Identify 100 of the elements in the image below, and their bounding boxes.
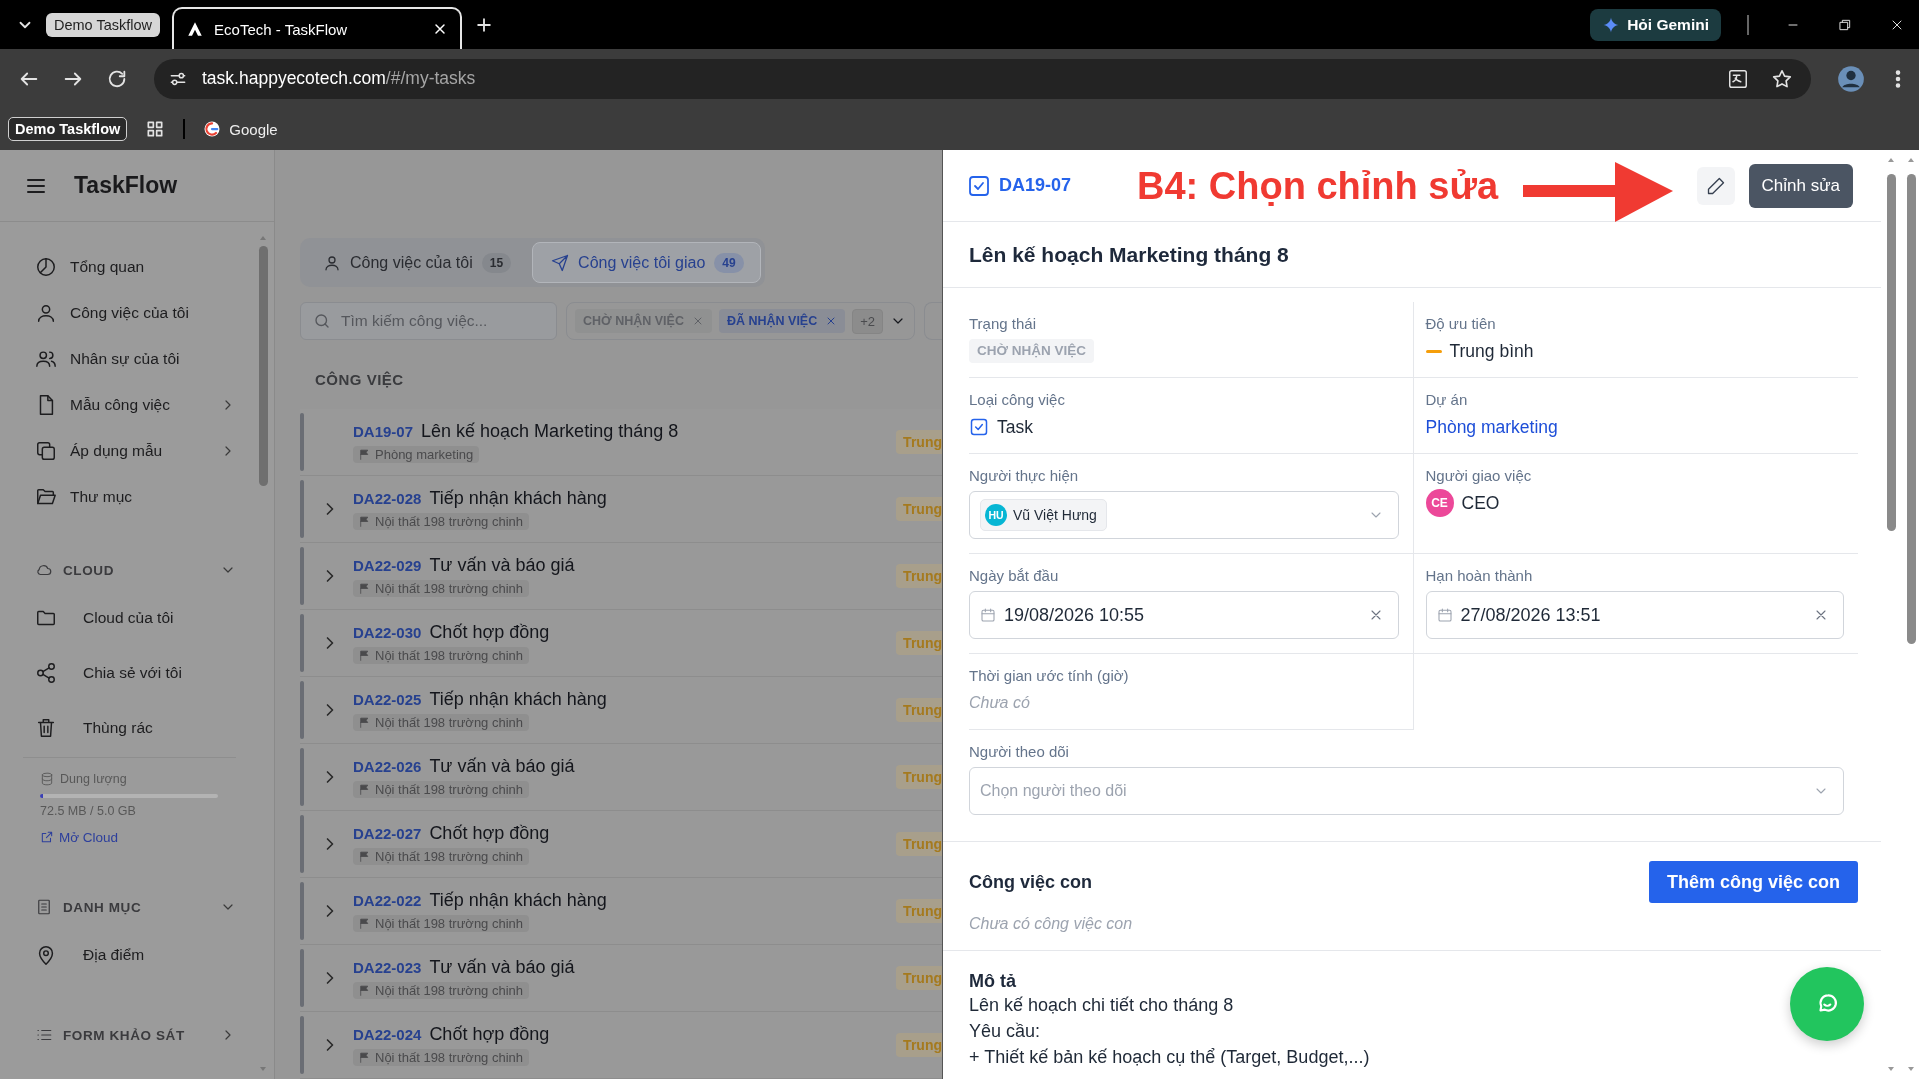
scrollbar-thumb[interactable] <box>258 246 268 486</box>
field-label: Độ ưu tiên <box>1425 314 1497 334</box>
share-icon <box>35 661 57 684</box>
flag-icon <box>358 515 371 528</box>
scrollbar-thumb[interactable] <box>1906 174 1916 644</box>
calendar-icon <box>1436 607 1453 623</box>
priority-tag: Trung <box>896 966 942 990</box>
favicon-icon <box>203 120 222 138</box>
task-title: Lên kế hoạch Marketing tháng 8 <box>421 421 679 442</box>
field-label: Thời gian ước tính (giờ) <box>969 666 1130 686</box>
task-title: Chốt hợp đồng <box>429 1024 550 1045</box>
address-field[interactable]: task.happyecotech.com/#/my-tasks <box>154 58 1811 99</box>
priority-tag: Trung <box>896 631 942 655</box>
project-tag: Nội thất 198 trường chinh <box>353 915 530 932</box>
section-header[interactable]: FORM KHẢO SÁT <box>35 1015 236 1055</box>
tab-group-label[interactable]: Demo Taskflow <box>46 12 161 37</box>
date-field[interactable]: 27/08/2026 13:51 <box>1425 591 1844 639</box>
view-tab[interactable]: Công việc tôi giao 49 <box>532 242 761 283</box>
section-header[interactable]: DANH MỤC <box>35 887 236 927</box>
flag-icon <box>358 448 371 461</box>
count-badge: 49 <box>714 252 744 273</box>
priority-tag: Trung <box>896 899 942 923</box>
flag-icon <box>358 582 371 595</box>
task-code: DA22-022 <box>353 892 422 909</box>
sidebar-item[interactable]: Áp dụng mẫu <box>35 428 236 474</box>
project-tag: Nội thất 198 trường chinh <box>353 513 530 530</box>
checkbox-icon <box>967 173 991 198</box>
priority-tag: Trung <box>896 1033 942 1057</box>
task-code: DA22-026 <box>353 758 422 775</box>
empty-message: Chưa có công việc con <box>969 915 1134 933</box>
bookmark-group-label[interactable]: Demo Taskflow <box>8 117 128 141</box>
checkbox-icon <box>969 417 989 437</box>
flag-icon <box>358 1051 371 1064</box>
storage-reading: 72.5 MB / 5.0 GB <box>40 804 137 820</box>
scrollbar-thumb[interactable] <box>1886 174 1896 531</box>
add-subtask-button[interactable]: Thêm công việc con <box>1648 861 1858 903</box>
project-tag: Nội thất 198 trường chinh <box>353 982 530 999</box>
date-field[interactable]: 19/08/2026 10:55 <box>969 591 1399 639</box>
avatar: CE <box>1425 489 1454 517</box>
flag-icon <box>358 783 371 796</box>
project-tag: Phòng marketing <box>353 446 480 463</box>
edit-button[interactable] <box>1696 166 1735 205</box>
apps-icon[interactable] <box>145 119 166 139</box>
field-label: Hạn hoàn thành <box>1425 566 1534 586</box>
open-cloud-link[interactable]: Mở Cloud <box>40 828 236 846</box>
database-icon <box>40 772 54 786</box>
assignee-select[interactable]: HU Vũ Việt Hưng <box>969 491 1399 539</box>
sidebar-item[interactable]: Thùng rác <box>35 700 236 755</box>
task-code: DA19-07 <box>999 175 1072 196</box>
priority-tag: Trung <box>896 564 942 588</box>
dash-icon <box>1425 349 1442 353</box>
priority-tag: Trung <box>896 430 942 454</box>
view-tab[interactable]: Công việc của tôi 15 <box>304 242 529 283</box>
flag-icon <box>358 716 371 729</box>
sidebar-item[interactable]: Mẫu công việc <box>35 382 236 428</box>
priority-tag: Trung <box>896 765 942 789</box>
list-header: CÔNG VIỆC <box>315 370 405 390</box>
priority-tag: Trung <box>896 832 942 856</box>
pie-chart-icon <box>35 256 57 278</box>
sidebar-item[interactable]: Công việc của tôi <box>35 290 236 336</box>
flag-icon <box>358 850 371 863</box>
task-code: DA22-028 <box>353 490 422 507</box>
gemini-button[interactable]: Hỏi Gemini <box>1590 8 1721 41</box>
trash-icon <box>35 716 57 739</box>
field-label: Người thực hiện <box>969 466 1080 486</box>
field-label: Người giao việc <box>1425 466 1533 486</box>
avatar: HU <box>985 504 1007 526</box>
task-title: Lên kế hoạch Marketing tháng 8 <box>943 222 1881 288</box>
task-title: Tiếp nhận khách hàng <box>429 890 607 911</box>
app-title: TaskFlow <box>74 172 178 199</box>
project-link[interactable]: Phòng marketing <box>1425 416 1558 438</box>
empty-value: Chưa có <box>969 694 1030 712</box>
priority-value: Trung bình <box>1449 340 1534 362</box>
bookmark-link[interactable]: Google <box>203 120 278 138</box>
user-icon <box>323 253 341 272</box>
project-tag: Nội thất 198 trường chinh <box>353 848 530 865</box>
sidebar-item[interactable]: Cloud của tôi <box>35 590 236 645</box>
users-icon <box>35 348 57 370</box>
translate-icon[interactable] <box>1727 67 1749 90</box>
field-label: Loại công việc <box>969 390 1066 410</box>
task-code: DA19-07 <box>353 423 414 440</box>
section-header[interactable]: CLOUD <box>35 550 236 590</box>
project-tag: Nội thất 198 trường chinh <box>353 781 530 798</box>
description-line: + Thiết kế bản kế hoạch cụ thể (Target, Budget,...) <box>969 1046 1370 1069</box>
calendar-icon <box>980 607 996 623</box>
count-badge: 15 <box>481 252 512 273</box>
section-title: Mô tả <box>969 971 1016 992</box>
browser-tab[interactable]: EcoTech - TaskFlow <box>172 7 463 49</box>
sidebar-item[interactable]: Nhân sự của tôi <box>35 336 236 382</box>
sidebar-item[interactable]: Chia sẻ với tôi <box>35 645 236 700</box>
sidebar-item[interactable]: Thư mục <box>35 474 236 520</box>
assignee-name: Vũ Việt Hưng <box>1013 507 1097 523</box>
profile-icon[interactable] <box>1837 64 1865 93</box>
logo-icon <box>186 20 205 38</box>
copy-icon <box>35 440 57 462</box>
user-icon <box>35 302 57 324</box>
field-label: Người theo dõi <box>969 742 1070 762</box>
sidebar-item[interactable]: Tổng quan <box>35 244 236 290</box>
star-icon[interactable] <box>1771 67 1793 90</box>
sidebar-item[interactable]: Địa điểm <box>35 927 236 982</box>
